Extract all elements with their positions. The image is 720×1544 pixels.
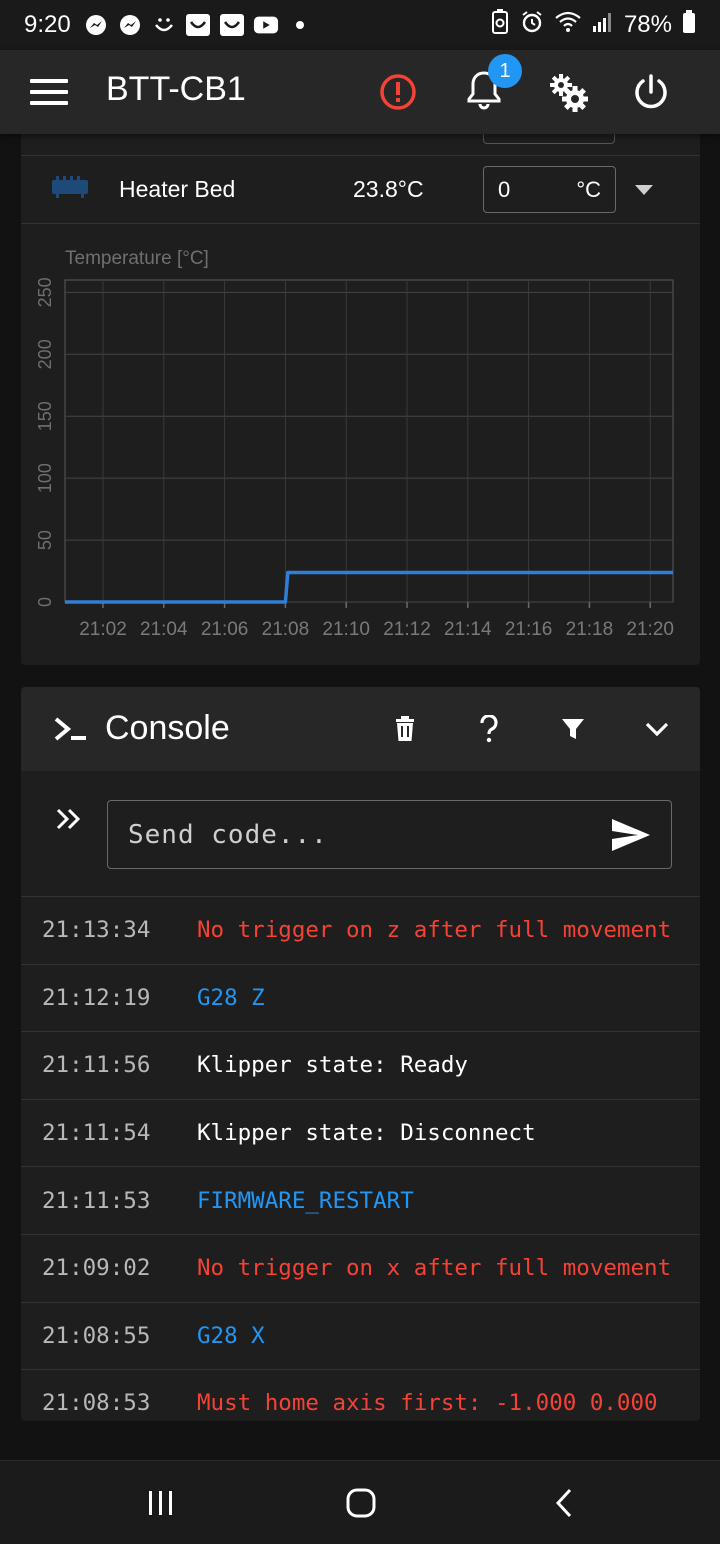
x-tick-label: 21:10 (322, 619, 370, 640)
temperature-chart-svg: Temperature [°C] 0 50 100 150 200 250 21:02 21:0… (35, 248, 674, 640)
battery-text: 78% (623, 11, 672, 38)
console-entry-time: 21:11:54 (42, 1120, 151, 1147)
x-tick-label: 21:20 (626, 619, 674, 640)
signal-icon (592, 11, 614, 40)
console-filter-icon[interactable] (553, 709, 593, 749)
x-tick-label: 21:08 (262, 619, 310, 640)
console-entry-message: Must home axis first: -1.000 0.000 (197, 1390, 658, 1417)
y-tick-label: 100 (35, 463, 55, 493)
y-tick-label: 150 (35, 401, 55, 431)
console-card: Console 21:13:34 No trigger on z after fu… (21, 687, 700, 1421)
messenger-icon (117, 14, 143, 36)
x-tick-label: 21:06 (201, 619, 249, 640)
heater-dropdown-icon[interactable] (635, 182, 653, 200)
temperature-card: Heater Bed 23.8°C 0 °C Temperature [°C] 0… (21, 112, 700, 665)
send-code-field[interactable] (107, 800, 672, 869)
console-entry: 21:08:53 Must home axis first: -1.000 0.0… (21, 1370, 700, 1421)
notifications-button[interactable]: 1 (462, 54, 522, 114)
youtube-icon (253, 14, 279, 36)
menu-icon[interactable] (30, 75, 68, 109)
x-tick-label: 21:04 (140, 619, 188, 640)
console-entry: 21:08:55 G28 X (21, 1303, 700, 1371)
console-entry-time: 21:08:53 (42, 1390, 151, 1417)
temperature-chart: Temperature [°C] 0 50 100 150 200 250 21:02 21:0… (21, 224, 700, 665)
send-code-input[interactable] (128, 801, 598, 868)
console-entry-message: No trigger on z after full movement (197, 917, 672, 944)
console-header: Console (21, 687, 700, 771)
heater-row: Heater Bed 23.8°C 0 °C (21, 156, 700, 224)
status-time: 9:20 (24, 11, 71, 38)
home-icon[interactable] (341, 1483, 381, 1523)
battery-saver-icon (490, 8, 510, 42)
app-title: BTT-CB1 (106, 70, 246, 108)
console-entry: 21:13:34 No trigger on z after full movem… (21, 897, 700, 965)
console-input-row (21, 771, 700, 897)
error-alert-icon[interactable] (376, 70, 420, 114)
heater-target-unit: °C (576, 176, 601, 202)
x-tick-label: 21:18 (566, 619, 614, 640)
x-tick-label: 21:16 (505, 619, 553, 640)
status-right-icons: 78% (490, 8, 696, 42)
back-icon[interactable] (544, 1483, 584, 1523)
status-left-icons (83, 14, 313, 36)
console-help-icon[interactable] (469, 709, 509, 749)
console-collapse-chevron-icon[interactable] (637, 709, 677, 749)
app-icon (185, 14, 211, 36)
send-icon[interactable] (611, 817, 651, 858)
messenger-icon (83, 14, 109, 36)
console-entry-time: 21:09:02 (42, 1255, 151, 1282)
console-entry-message: No trigger on x after full movement (197, 1255, 672, 1282)
console-entry-message[interactable]: FIRMWARE_RESTART (197, 1188, 414, 1214)
console-entry-message: Klipper state: Disconnect (197, 1120, 536, 1147)
chart-plot-frame (64, 279, 674, 603)
x-tick-label: 21:02 (79, 619, 127, 640)
console-log: 21:13:34 No trigger on z after full movem… (21, 897, 700, 1421)
heater-bed-icon (51, 176, 89, 203)
y-tick-label: 200 (35, 339, 55, 369)
console-entry-message[interactable]: G28 X (197, 1323, 265, 1349)
x-tick-label: 21:14 (444, 619, 492, 640)
app-bar: BTT-CB1 1 (0, 50, 720, 134)
y-tick-label: 50 (35, 530, 55, 550)
heater-current-temp: 23.8°C (353, 176, 424, 202)
heater-target-value[interactable]: 0 (498, 177, 510, 203)
dot-icon (287, 14, 313, 36)
console-entry: 21:09:02 No trigger on x after full movem… (21, 1235, 700, 1303)
console-title: Console (105, 709, 230, 747)
console-entry-message: Klipper state: Ready (197, 1052, 468, 1079)
console-entry-message[interactable]: G28 Z (197, 985, 265, 1011)
console-entry: 21:11:56 Klipper state: Ready (21, 1032, 700, 1100)
expand-chevrons-icon[interactable] (55, 807, 83, 836)
battery-icon (682, 9, 696, 41)
console-entry-time: 21:08:55 (42, 1322, 151, 1349)
y-tick-label: 0 (35, 597, 55, 607)
alarm-icon (520, 10, 544, 41)
settings-gear-icon[interactable] (546, 70, 590, 114)
console-prompt-icon (53, 715, 89, 748)
status-bar: 9:20 78% (0, 0, 720, 50)
console-entry: 21:11:54 Klipper state: Disconnect (21, 1100, 700, 1168)
wifi-icon (554, 10, 582, 41)
x-tick-label: 21:12 (383, 619, 431, 640)
app-icon (219, 14, 245, 36)
console-entry-time: 21:12:19 (42, 984, 151, 1011)
recent-apps-icon[interactable] (141, 1483, 181, 1523)
console-entry-time: 21:11:56 (42, 1052, 151, 1079)
console-entry: 21:11:53 FIRMWARE_RESTART (21, 1167, 700, 1235)
clear-console-trash-icon[interactable] (385, 709, 425, 749)
chart-title: Temperature [°C] (65, 248, 209, 269)
power-icon[interactable] (629, 70, 673, 114)
y-tick-label: 250 (35, 277, 55, 307)
heater-target-field[interactable]: 0 °C (483, 166, 616, 213)
notification-badge: 1 (488, 54, 522, 88)
heater-name: Heater Bed (119, 176, 236, 202)
console-entry-time: 21:13:34 (42, 917, 151, 944)
system-nav-bar (0, 1460, 720, 1544)
console-entry-time: 21:11:53 (42, 1187, 151, 1214)
console-entry: 21:12:19 G28 Z (21, 965, 700, 1033)
temperature-series-line (65, 570, 673, 604)
smiley-icon (151, 14, 177, 36)
